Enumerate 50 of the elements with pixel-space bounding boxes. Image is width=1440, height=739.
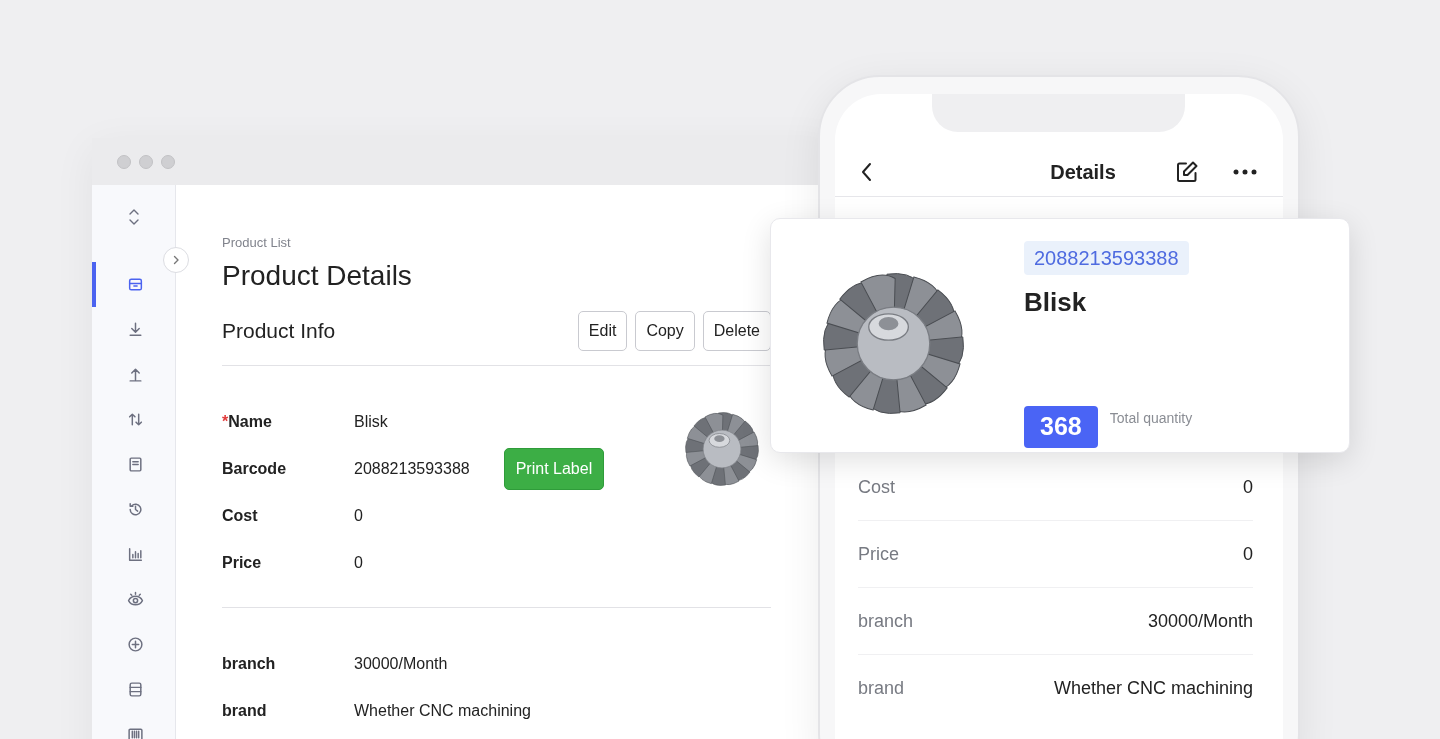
row-label: brand bbox=[858, 677, 905, 700]
screen-title: Details bbox=[1050, 160, 1116, 184]
action-button[interactable]: Edit bbox=[577, 310, 628, 351]
box-icon bbox=[127, 276, 144, 293]
action-button[interactable]: Delete bbox=[702, 310, 771, 351]
stack-icon bbox=[127, 681, 144, 698]
field-value: Whether CNC machining bbox=[354, 701, 531, 721]
upload-icon bbox=[127, 366, 144, 383]
field-label: branch bbox=[222, 654, 277, 674]
breadcrumb-link[interactable]: Product List bbox=[222, 233, 771, 253]
field-label: Barcode bbox=[222, 459, 288, 479]
eye-icon bbox=[127, 591, 144, 608]
more-icon[interactable] bbox=[1233, 169, 1257, 175]
barcode-tag: 2088213593388 bbox=[1024, 241, 1189, 275]
window-control-dot[interactable] bbox=[139, 154, 153, 169]
chevron-right-icon bbox=[171, 255, 181, 265]
field-label: brand bbox=[222, 701, 268, 721]
edit-icon[interactable] bbox=[1175, 160, 1199, 184]
section-title: Product Info bbox=[222, 317, 336, 344]
document-icon bbox=[127, 456, 144, 473]
field-label: Cost bbox=[222, 506, 259, 526]
back-icon[interactable] bbox=[861, 162, 873, 182]
row-label: Cost bbox=[858, 475, 895, 499]
window-control-dot[interactable] bbox=[117, 154, 131, 169]
field-label-text: Name bbox=[228, 413, 272, 430]
field-value: 30000/Month bbox=[354, 654, 448, 674]
action-button[interactable]: Copy bbox=[635, 310, 695, 351]
bar-chart-icon bbox=[127, 546, 144, 563]
row-value: Whether CNC machining bbox=[1053, 677, 1253, 700]
swap-icon bbox=[127, 411, 144, 428]
field-value: 2088213593388 bbox=[354, 459, 470, 479]
barcode-icon bbox=[127, 726, 144, 739]
row-value: 0 bbox=[1243, 542, 1253, 566]
page-title: Product Details bbox=[222, 258, 413, 293]
quantity-label: Total quantity bbox=[1109, 409, 1193, 428]
field-label: Price bbox=[222, 553, 263, 573]
row-value: 30000/Month bbox=[1147, 609, 1253, 633]
row-label: Price bbox=[858, 542, 899, 566]
field-value: 0 bbox=[354, 506, 363, 526]
download-icon bbox=[127, 321, 144, 338]
plus-circle-icon bbox=[127, 636, 144, 653]
field-value: 0 bbox=[354, 553, 363, 573]
row-label: branch bbox=[858, 609, 914, 633]
product-name: Blisk bbox=[1024, 286, 1088, 319]
field-value: Blisk bbox=[354, 412, 388, 432]
row-value: 0 bbox=[1243, 475, 1253, 499]
required-mark: * bbox=[222, 413, 229, 430]
history-icon bbox=[127, 501, 144, 518]
window-control-dot[interactable] bbox=[161, 154, 175, 169]
quantity-count: 368 bbox=[1024, 406, 1098, 448]
